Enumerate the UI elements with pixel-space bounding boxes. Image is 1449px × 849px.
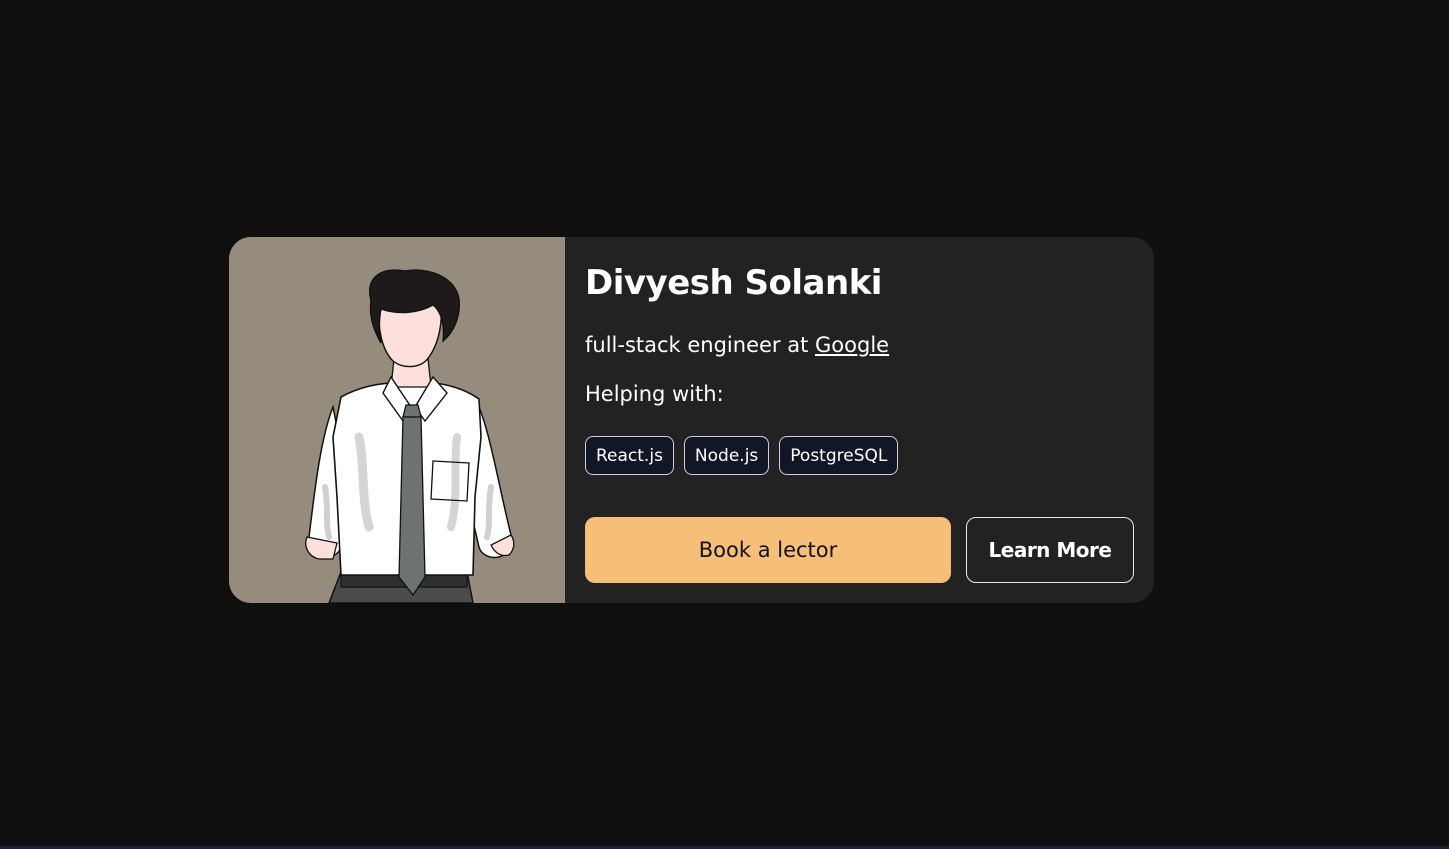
portrait-illustration bbox=[305, 269, 515, 603]
learn-more-button[interactable]: Learn More bbox=[966, 517, 1134, 583]
company-link[interactable]: Google bbox=[815, 333, 889, 357]
book-lector-button[interactable]: Book a lector bbox=[585, 517, 951, 583]
skill-tags: React.js Node.js PostgreSQL bbox=[585, 436, 899, 475]
tag-node: Node.js bbox=[683, 436, 770, 475]
profile-photo bbox=[229, 237, 565, 603]
profile-info: Divyesh Solanki full-stack engineer at G… bbox=[565, 237, 1154, 603]
mentor-card: Divyesh Solanki full-stack engineer at G… bbox=[229, 237, 1154, 603]
tag-react: React.js bbox=[585, 436, 674, 475]
tag-postgresql: PostgreSQL bbox=[779, 436, 899, 475]
role-text: full-stack engineer at bbox=[585, 333, 816, 357]
profile-name: Divyesh Solanki bbox=[585, 263, 882, 303]
profile-role: full-stack engineer at Google bbox=[585, 333, 889, 357]
helping-label: Helping with: bbox=[585, 382, 724, 406]
